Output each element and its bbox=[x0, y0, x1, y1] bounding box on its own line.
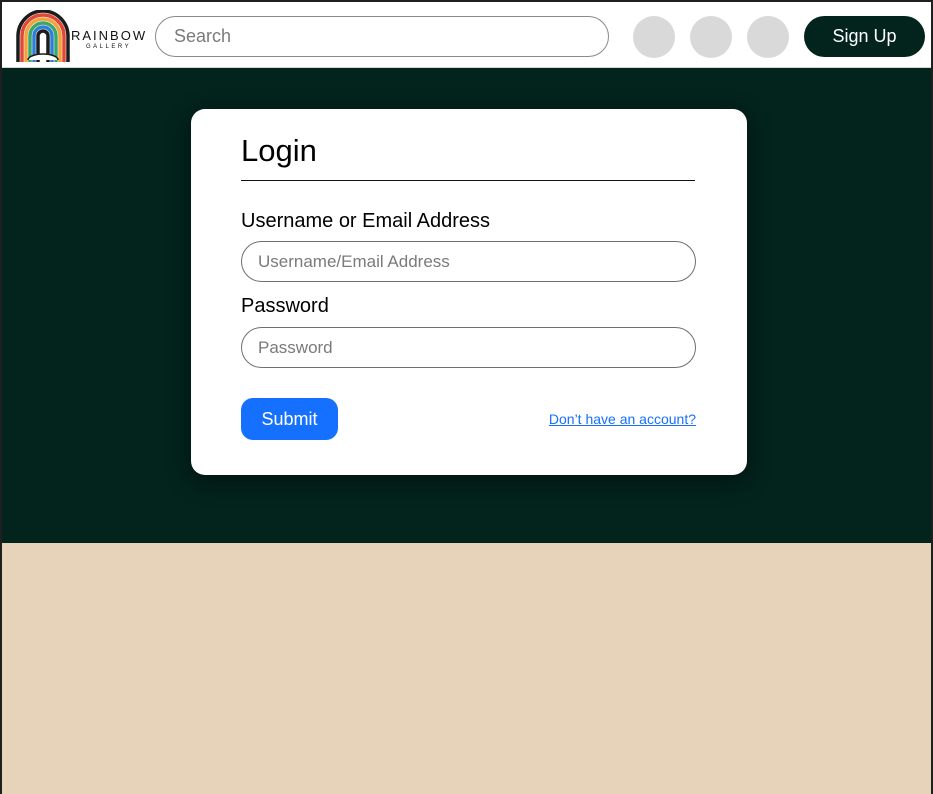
login-title: Login bbox=[241, 133, 317, 168]
nav-circle-button-3[interactable] bbox=[747, 16, 789, 58]
password-field[interactable] bbox=[241, 327, 696, 368]
username-field[interactable] bbox=[241, 241, 696, 282]
top-navbar: RAINBOW GALLERY Sign Up bbox=[2, 2, 931, 68]
nav-circle-button-2[interactable] bbox=[690, 16, 732, 58]
brand-subtitle: GALLERY bbox=[86, 44, 132, 50]
page: RAINBOW GALLERY Sign Up Login Username o… bbox=[0, 0, 933, 794]
brand-name: RAINBOW bbox=[71, 28, 148, 43]
title-divider bbox=[241, 180, 695, 181]
submit-button[interactable]: Submit bbox=[241, 398, 338, 440]
username-label: Username or Email Address bbox=[241, 210, 490, 232]
create-account-link[interactable]: Don’t have an account? bbox=[549, 411, 696, 427]
password-label: Password bbox=[241, 295, 329, 317]
rainbow-logo-icon bbox=[16, 10, 70, 62]
nav-circle-button-1[interactable] bbox=[633, 16, 675, 58]
brand-logo[interactable]: RAINBOW GALLERY bbox=[16, 10, 145, 62]
search-input[interactable] bbox=[155, 16, 609, 57]
sign-up-button[interactable]: Sign Up bbox=[804, 16, 925, 57]
login-card: Login Username or Email Address Password… bbox=[191, 109, 747, 475]
